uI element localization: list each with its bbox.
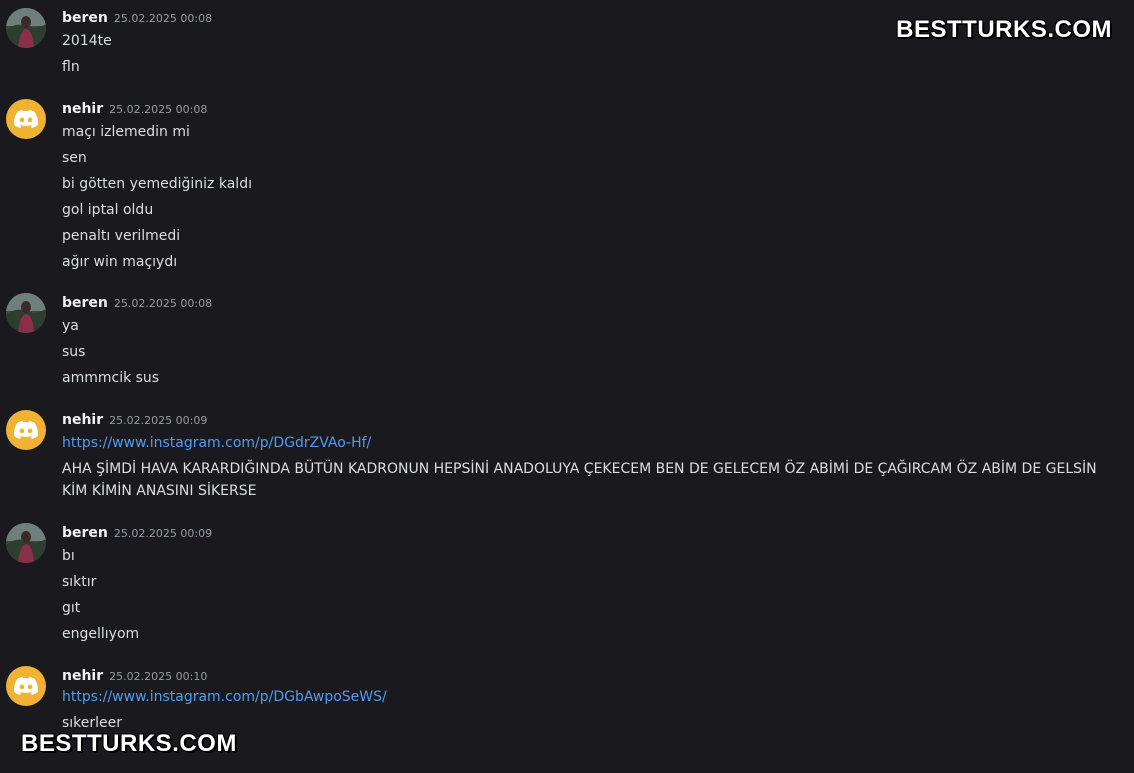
instagram-link[interactable]: https://www.instagram.com/p/DGbAwpoSeWS/ [62, 684, 1122, 710]
message-line: bi götten yemediğiniz kaldı [62, 176, 252, 192]
username[interactable]: beren [62, 525, 108, 541]
discord-icon[interactable] [6, 99, 46, 139]
username[interactable]: nehir [62, 412, 103, 428]
discord-icon[interactable] [6, 666, 46, 706]
timestamp: 25.02.2025 00:10 [109, 670, 208, 683]
discord-icon[interactable] [6, 410, 46, 450]
chat-messages: beren 25.02.2025 00:08 2014te fln nehir 25… [0, 0, 1134, 773]
username[interactable]: beren [62, 295, 108, 311]
avatar[interactable] [6, 293, 46, 333]
message-line: AHA ŞİMDİ HAVA KARARDIĞINDA BÜTÜN KADRON… [62, 461, 1097, 499]
timestamp: 25.02.2025 00:08 [113, 12, 213, 25]
timestamp: 25.02.2025 00:08 [109, 103, 208, 116]
avatar[interactable] [6, 8, 46, 48]
avatar[interactable] [6, 523, 46, 563]
timestamp: 25.02.2025 00:09 [113, 527, 213, 540]
message-line: ağır win maçıydı [62, 254, 178, 270]
timestamp: 25.02.2025 00:08 [113, 297, 213, 310]
message-line: fln [62, 59, 80, 75]
message-line: bı [62, 548, 75, 564]
watermark-bottom: BESTTURKS.COM [21, 730, 237, 757]
message-line: sıktır [62, 574, 97, 590]
watermark-top: BESTTURKS.COM [896, 16, 1112, 43]
message-line: sen [62, 150, 87, 166]
username[interactable]: nehir [62, 668, 103, 684]
message-line: ya [62, 318, 79, 334]
username[interactable]: beren [62, 10, 108, 26]
message-line: gol iptal oldu [62, 202, 154, 218]
username[interactable]: nehir [62, 101, 103, 117]
message-line: engellıyom [62, 626, 140, 642]
timestamp: 25.02.2025 00:09 [109, 414, 208, 427]
message-line: penaltı verilmedi [62, 228, 181, 244]
message-line: gıt [62, 600, 81, 616]
message-line: sus [62, 344, 86, 360]
instagram-link[interactable]: https://www.instagram.com/p/DGdrZVAo-Hf/ [62, 430, 1122, 456]
message-line: ammmcik sus [62, 370, 160, 386]
message-line: maçı izlemedin mi [62, 124, 190, 140]
